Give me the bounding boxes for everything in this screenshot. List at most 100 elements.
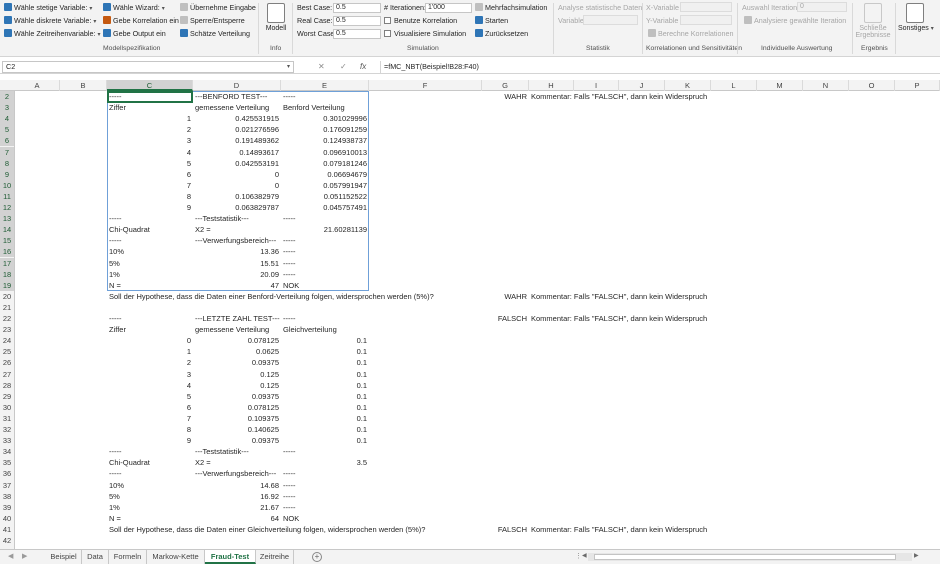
next-sheet-icon[interactable]: ▶ [22,552,27,560]
cell-E15[interactable]: ----- [283,235,296,246]
cell-D36[interactable]: ---Verwerfungsbereich--- [195,468,276,479]
cell-C13[interactable]: ----- [109,213,122,224]
cell-E9[interactable]: 0.06694679 [281,169,367,180]
cell-C40[interactable]: N = [109,513,121,524]
column-header[interactable]: O [849,80,895,91]
row-header[interactable]: 41 [0,524,14,535]
cell-D15[interactable]: ---Verwerfungsbereich--- [195,235,276,246]
worst-case-input[interactable]: 0.5 [333,29,381,39]
horizontal-scrollbar[interactable] [588,553,912,561]
cell-E34[interactable]: ----- [283,446,296,457]
cell-C15[interactable]: ----- [109,235,122,246]
cell-E40[interactable]: NOK [283,513,299,524]
scroll-right-icon[interactable]: ▶ [914,552,919,559]
cell-G41[interactable]: FALSCH [482,524,527,535]
row-header[interactable]: 29 [0,391,14,402]
cell-D40[interactable]: 64 [193,513,279,524]
best-case-input[interactable]: 0.5 [333,3,381,13]
cell-C28[interactable]: 4 [107,380,191,391]
cell-D34[interactable]: ---Teststatistik--- [195,446,249,457]
cell-D23[interactable]: gemessene Verteilung [195,324,269,335]
row-header[interactable]: 5 [0,124,14,136]
sheet-tab-formeln[interactable]: Formeln [109,550,147,564]
row-header[interactable]: 16 [0,246,14,258]
column-header[interactable]: I [574,80,619,91]
cell-H20[interactable]: Kommentar: Falls "FALSCH", dann kein Wid… [531,291,707,302]
cell-C17[interactable]: 5% [109,258,120,269]
cell-D5[interactable]: 0.021276596 [193,124,279,135]
cell-E8[interactable]: 0.079181246 [281,158,367,169]
column-header[interactable]: N [803,80,849,91]
cell-C16[interactable]: 10% [109,246,124,257]
lock-unlock-button[interactable]: Sperre/Entsperre [180,15,245,26]
cell-D32[interactable]: 0.140625 [193,424,279,435]
multi-simulation-button[interactable]: Mehrfachsimulation [475,2,547,13]
cell-C27[interactable]: 3 [107,369,191,380]
row-header[interactable]: 15 [0,235,14,247]
enter-correlation-button[interactable]: Gebe Korrelation ein [103,15,179,26]
cell-C24[interactable]: 0 [107,335,191,346]
cell-D29[interactable]: 0.09375 [193,391,279,402]
cell-C25[interactable]: 1 [107,346,191,357]
cell-C19[interactable]: N = [109,280,121,291]
row-header[interactable]: 38 [0,491,14,502]
column-header[interactable]: K [665,80,711,91]
cell-G20[interactable]: WAHR [482,291,527,302]
row-header[interactable]: 42 [0,535,14,546]
cell-D9[interactable]: 0 [193,169,279,180]
cell-H22[interactable]: Kommentar: Falls "FALSCH", dann kein Wid… [531,313,707,324]
row-header[interactable]: 31 [0,413,14,424]
cell-E32[interactable]: 0.1 [281,424,367,435]
cell-D18[interactable]: 20.09 [193,269,279,280]
cell-C18[interactable]: 1% [109,269,120,280]
cell-C7[interactable]: 4 [107,147,191,158]
row-header[interactable]: 8 [0,157,14,169]
row-header[interactable]: 12 [0,202,14,213]
cell-D26[interactable]: 0.09375 [193,357,279,368]
cell-C9[interactable]: 6 [107,169,191,180]
cell-E19[interactable]: NOK [283,280,299,291]
row-header[interactable]: 11 [0,190,14,202]
column-header[interactable]: J [619,80,665,91]
cell-E11[interactable]: 0.051152522 [281,191,367,202]
column-header[interactable]: P [895,80,940,91]
cell-G2[interactable]: WAHR [482,91,527,102]
cell-C30[interactable]: 6 [107,402,191,413]
column-header[interactable]: C [107,80,193,91]
cell-D10[interactable]: 0 [193,180,279,191]
cell-E36[interactable]: ----- [283,468,296,479]
cell-D28[interactable]: 0.125 [193,380,279,391]
cell-E24[interactable]: 0.1 [281,335,367,346]
row-header[interactable]: 33 [0,435,14,446]
cell-E18[interactable]: ----- [283,269,296,280]
more-options-icon[interactable]: ⋮ [575,552,582,560]
scroll-left-icon[interactable]: ◀ [582,552,587,559]
cell-E14[interactable]: 21.60281139 [281,224,367,235]
cell-grid[interactable]: ----- ---BENFORD TEST--- ----- WAHR Kommenta… [15,91,940,549]
cell-E31[interactable]: 0.1 [281,413,367,424]
x-variable-dropdown[interactable] [680,2,732,12]
column-header[interactable]: M [757,80,803,91]
row-header[interactable]: 17 [0,257,14,269]
column-header[interactable]: F [369,80,482,91]
model-button[interactable]: Modell [263,3,289,32]
cell-H2[interactable]: Kommentar: Falls "FALSCH", dann kein Wid… [531,91,707,102]
cell-C41[interactable]: Soll der Hypothese, dass die Daten einer… [109,524,425,535]
cell-D3[interactable]: gemessene Verteilung [195,102,269,113]
cell-E17[interactable]: ----- [283,258,296,269]
start-button[interactable]: Starten [475,15,508,26]
row-header[interactable]: 19 [0,279,14,291]
row-header[interactable]: 10 [0,179,14,191]
column-header[interactable]: A [15,80,60,91]
column-header[interactable]: L [711,80,757,91]
row-header[interactable]: 32 [0,424,14,435]
column-header[interactable]: H [529,80,574,91]
sheet-tab-fraud-test[interactable]: Fraud-Test [205,550,256,564]
cell-E23[interactable]: Gleichverteilung [283,324,337,335]
cell-E39[interactable]: ----- [283,502,296,513]
row-header[interactable]: 35 [0,457,14,468]
select-continuous-variable-button[interactable]: Wähle stetige Variable: ▾ [4,2,92,15]
row-header[interactable]: 13 [0,213,14,225]
cell-E38[interactable]: ----- [283,491,296,502]
cell-G22[interactable]: FALSCH [482,313,527,324]
